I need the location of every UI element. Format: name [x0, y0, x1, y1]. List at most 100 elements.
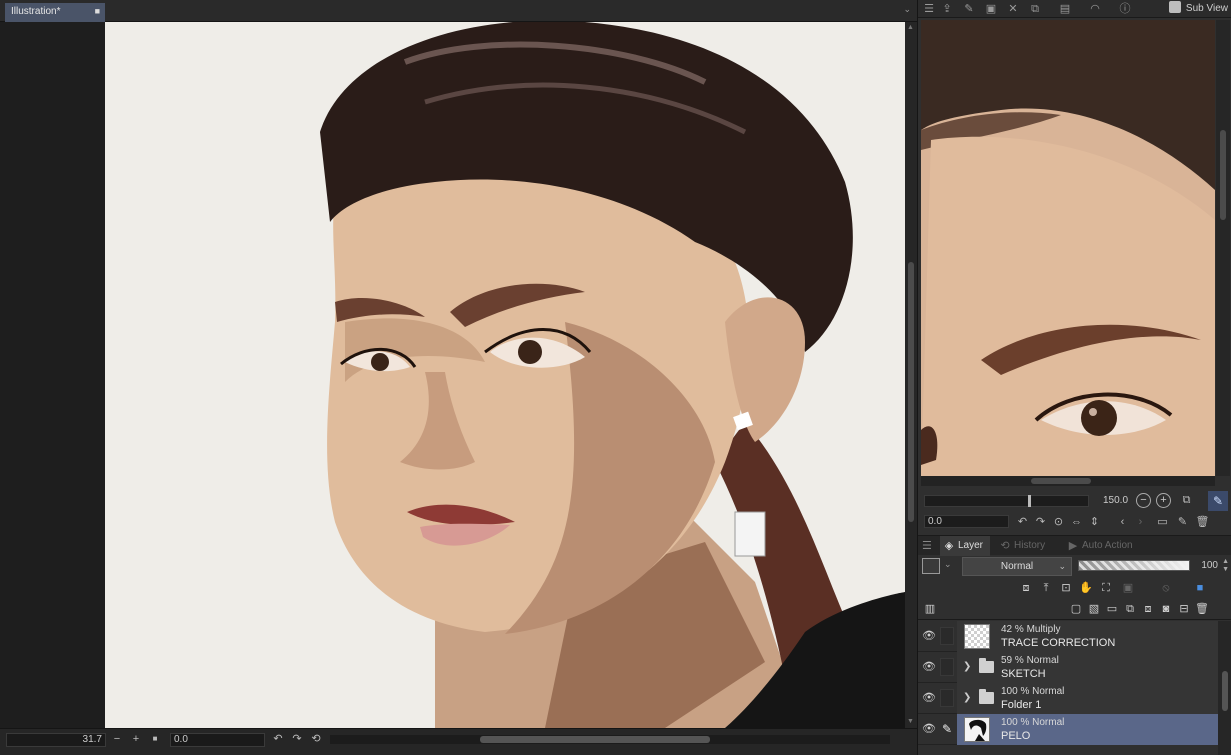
new-vector-layer-icon[interactable]: ▧: [1086, 601, 1102, 617]
subview-tab[interactable]: Sub View: [1168, 1, 1228, 17]
layer-property-icon[interactable]: ▥: [922, 601, 938, 617]
clear-icon[interactable]: ✕: [1006, 2, 1020, 16]
scroll-thumb[interactable]: [480, 736, 710, 743]
lock-layer-icon[interactable]: ✋: [1078, 580, 1094, 596]
eyedropper-toggle-icon[interactable]: ✎: [1208, 491, 1228, 511]
mask-create-icon[interactable]: ◙: [1158, 601, 1174, 617]
illustration-canvas[interactable]: [105, 22, 905, 728]
panel-menu-icon[interactable]: ☰: [922, 539, 932, 552]
slider-knob[interactable]: [1028, 495, 1031, 507]
reference-layer-icon[interactable]: ⤒: [1038, 580, 1054, 596]
gallery-icon[interactable]: ▤: [1058, 2, 1072, 16]
layer-lock-cell[interactable]: [940, 658, 954, 676]
rotate-right-button[interactable]: ↷: [290, 732, 304, 747]
scroll-thumb[interactable]: [1222, 671, 1228, 711]
new-folder-icon[interactable]: ▭: [1104, 601, 1120, 617]
visibility-eye-icon[interactable]: 👁: [921, 630, 937, 642]
fit-icon[interactable]: ⧉: [1178, 492, 1195, 509]
save-icon[interactable]: ▣: [984, 2, 998, 16]
layer-body[interactable]: ❯ 59 % Normal SKETCH: [957, 652, 1218, 683]
tab-layer[interactable]: ◈ Layer: [940, 536, 990, 556]
document-tab[interactable]: Illustration* ■: [5, 3, 105, 22]
zoom-in-button[interactable]: +: [129, 732, 143, 747]
subview-reference-image[interactable]: [921, 20, 1215, 476]
layer-tool-row-2: ▥ ▢ ▧ ▭ ⧉ ⧈ ◙ ⊟ 🗑: [918, 598, 1231, 620]
layer-row[interactable]: 👁 ❯ 59 % Normal SKETCH: [918, 652, 1218, 683]
layer-body[interactable]: 100 % Normal PELO: [957, 714, 1218, 745]
layer-color-swatch[interactable]: [922, 558, 940, 574]
layer-body[interactable]: ❯ 100 % Normal Folder 1: [957, 683, 1218, 714]
subview-vertical-scrollbar[interactable]: [1216, 20, 1230, 476]
canvas-horizontal-scrollbar[interactable]: [330, 735, 890, 744]
rotation-field[interactable]: 0.0: [170, 733, 265, 747]
layer-list-scrollbar[interactable]: [1218, 621, 1231, 755]
layer-name: TRACE CORRECTION: [1001, 637, 1116, 649]
canvas-vertical-scrollbar[interactable]: ▲ ▼: [905, 22, 917, 728]
scroll-thumb[interactable]: [1031, 478, 1091, 484]
zoom-out-button[interactable]: −: [110, 732, 124, 747]
chevron-down-icon[interactable]: ⌄: [944, 559, 952, 570]
subview-rotation-field[interactable]: 0.0: [924, 515, 1009, 528]
reference-icon[interactable]: ◠: [1088, 2, 1102, 16]
rotate-right-icon[interactable]: ↷: [1032, 514, 1049, 531]
chevron-right-icon[interactable]: ❯: [963, 661, 971, 672]
rotate-left-icon[interactable]: ↶: [1014, 514, 1031, 531]
subview-zoom-slider[interactable]: [924, 495, 1089, 507]
delete-layer-icon[interactable]: 🗑: [1194, 601, 1210, 617]
menu-icon[interactable]: ☰: [922, 2, 936, 16]
layer-name: PELO: [1001, 730, 1031, 742]
reset-rotation-icon[interactable]: ⊙: [1050, 514, 1067, 531]
apply-mask-icon[interactable]: ⊟: [1176, 601, 1192, 617]
draft-layer-icon[interactable]: ⊡: [1058, 580, 1074, 596]
clip-to-layer-icon[interactable]: ⧈: [1018, 580, 1034, 596]
visibility-eye-icon[interactable]: 👁: [921, 723, 937, 735]
reset-rotation-button[interactable]: ⟲: [309, 732, 323, 747]
blend-mode-select[interactable]: Normal ⌄: [962, 557, 1072, 576]
layer-lock-cell[interactable]: [940, 689, 954, 707]
layer-row[interactable]: 👁 ❯ 100 % Normal Folder 1: [918, 683, 1218, 714]
zoom-in-icon[interactable]: +: [1156, 493, 1171, 508]
layer-body[interactable]: 42 % Multiply TRACE CORRECTION: [957, 621, 1218, 652]
tab-history[interactable]: ⟲ History: [996, 536, 1062, 556]
eyedropper-icon[interactable]: ✎: [962, 2, 976, 16]
new-raster-layer-icon[interactable]: ▢: [1068, 601, 1084, 617]
chevron-right-icon[interactable]: ❯: [963, 692, 971, 703]
open-folder-icon[interactable]: ▭: [1154, 514, 1171, 531]
close-tab-icon[interactable]: ■: [95, 6, 100, 16]
info-icon[interactable]: ⓘ: [1118, 2, 1132, 16]
tab-menu-icon[interactable]: ⌄: [903, 4, 911, 15]
opacity-slider[interactable]: [1078, 560, 1190, 571]
tab-auto-action[interactable]: ▶ Auto Action: [1064, 536, 1144, 556]
copy-icon[interactable]: ⧉: [1028, 2, 1042, 16]
layer-color-icon[interactable]: ⦸: [1158, 580, 1174, 596]
layer-row[interactable]: 👁 42 % Multiply TRACE CORRECTION: [918, 621, 1218, 652]
layer-row-selected[interactable]: 👁 ✎ 100 % Normal PELO: [918, 714, 1218, 745]
lock-transparency-icon[interactable]: ⛶: [1098, 580, 1114, 596]
flip-vertical-icon[interactable]: ⇕: [1086, 514, 1103, 531]
rotate-left-button[interactable]: ↶: [271, 732, 285, 747]
edit-icon[interactable]: ✎: [1174, 514, 1191, 531]
import-icon[interactable]: ⇪: [940, 2, 954, 16]
color-swatch-icon[interactable]: ■: [1192, 580, 1208, 596]
fit-view-button[interactable]: ■: [148, 732, 162, 747]
next-image-icon[interactable]: ›: [1132, 514, 1149, 531]
mask-icon[interactable]: ▣: [1120, 580, 1136, 596]
transfer-down-icon[interactable]: ⧉: [1122, 601, 1138, 617]
opacity-value[interactable]: 100: [1201, 560, 1218, 571]
scroll-thumb[interactable]: [908, 262, 914, 522]
visibility-eye-icon[interactable]: 👁: [921, 661, 937, 673]
merge-layer-icon[interactable]: ⧈: [1140, 601, 1156, 617]
visibility-eye-icon[interactable]: 👁: [921, 692, 937, 704]
zoom-field[interactable]: 31.7: [6, 733, 106, 747]
flip-horizontal-icon[interactable]: ⇔: [1068, 514, 1085, 531]
reference-photo: [921, 20, 1215, 476]
subview-horizontal-scrollbar[interactable]: [921, 476, 1215, 486]
scroll-thumb[interactable]: [1220, 130, 1226, 220]
delete-icon[interactable]: 🗑: [1194, 514, 1211, 531]
scroll-down-icon[interactable]: ▼: [907, 718, 915, 726]
previous-image-icon[interactable]: ‹: [1114, 514, 1131, 531]
scroll-up-icon[interactable]: ▲: [907, 24, 915, 32]
zoom-out-icon[interactable]: −: [1136, 493, 1151, 508]
opacity-stepper-icon[interactable]: ▲ ▼: [1222, 558, 1229, 574]
layer-lock-cell[interactable]: [940, 627, 954, 645]
